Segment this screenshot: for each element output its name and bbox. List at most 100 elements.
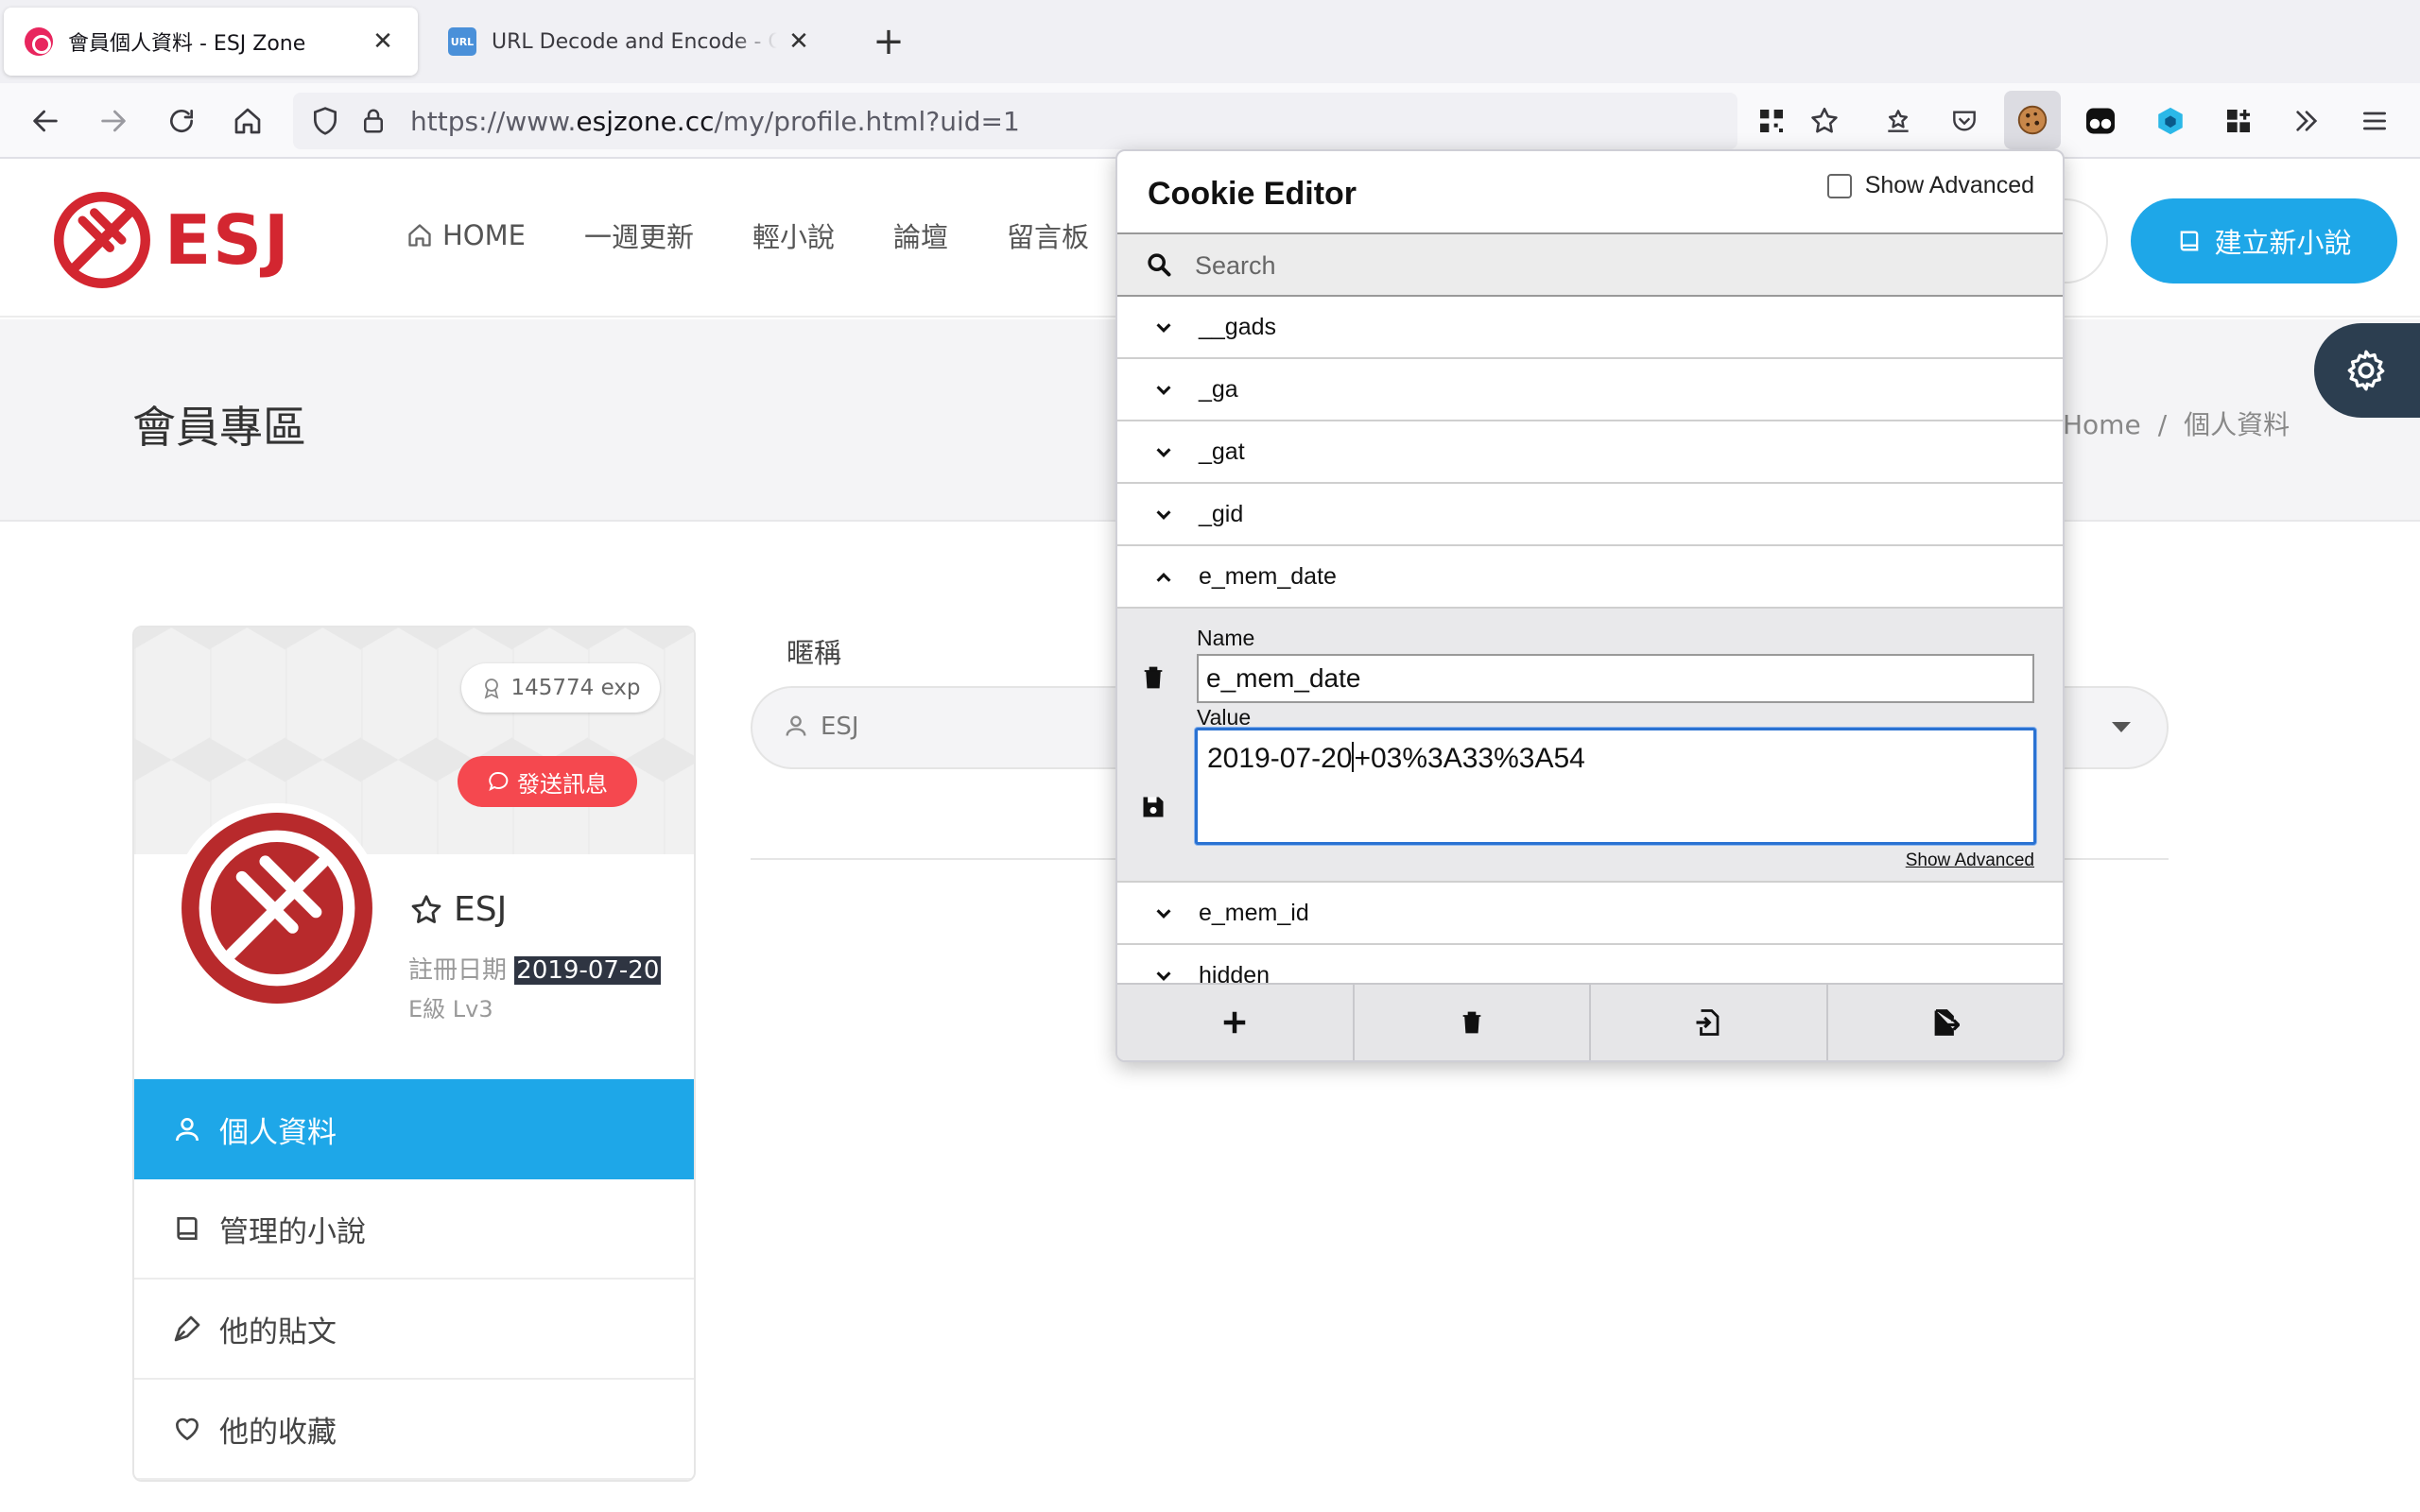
cookie-list: __gads _ga _gat _gid e_mem_date Name e_m… xyxy=(1117,297,2063,1007)
cookie-name-input[interactable]: e_mem_date xyxy=(1197,654,2034,703)
cookie-search[interactable]: Search xyxy=(1117,232,2063,297)
url-favicon-icon: URL xyxy=(448,27,476,56)
member-level: E級 Lv3 xyxy=(408,996,493,1022)
tab-url-decode[interactable]: URL URL Decode and Encode - Online ✕ xyxy=(427,8,834,76)
registration-label: 註冊日期 xyxy=(408,956,508,985)
cookie-icon xyxy=(2017,105,2048,135)
qr-code-button[interactable] xyxy=(1751,100,1792,142)
cookie-editor-header: Cookie Editor Show Advanced xyxy=(1117,151,2063,232)
cookie-row-expanded[interactable]: e_mem_date xyxy=(1117,546,2063,609)
send-message-button[interactable]: 發送訊息 xyxy=(458,756,637,807)
extensions-button[interactable] xyxy=(2218,100,2259,142)
back-button[interactable] xyxy=(21,96,70,146)
user-icon xyxy=(786,715,806,736)
profile-menu: 個人資料 管理的小說 他的貼文 他的收藏 xyxy=(134,1079,694,1480)
file-import-icon xyxy=(1696,1009,1720,1036)
search-icon xyxy=(1148,253,1171,277)
menu-guestbook[interactable]: 留言板 xyxy=(1007,215,1089,255)
close-tab-icon[interactable]: ✕ xyxy=(785,27,813,56)
show-advanced-link[interactable]: Show Advanced xyxy=(1906,850,2034,871)
url-text[interactable]: https://www.esjzone.cc/my/profile.html?u… xyxy=(410,106,1020,137)
bookmarks-button[interactable] xyxy=(1877,100,1919,142)
menu-home-label: HOME xyxy=(442,219,526,251)
tampermonkey-button[interactable] xyxy=(2080,100,2121,142)
menu-forum[interactable]: 論壇 xyxy=(893,215,948,255)
cookie-detail-panel: Name e_mem_date Value 2019-07-20+03%3A33… xyxy=(1117,609,2063,883)
add-cookie-button[interactable] xyxy=(1117,985,1355,1060)
chevron-down-icon xyxy=(1156,510,1171,520)
value-text-after-cursor: +03%3A33%3A54 xyxy=(1354,743,1585,774)
nickname-label: 暱稱 xyxy=(786,637,842,669)
profile-menu-posts[interactable]: 他的貼文 xyxy=(134,1280,694,1380)
cookie-name: __gads xyxy=(1199,314,1277,340)
cookie-editor-button[interactable] xyxy=(2004,91,2061,149)
book-icon xyxy=(177,1217,198,1240)
dropdown-caret-icon[interactable] xyxy=(2112,722,2131,732)
chevron-down-icon xyxy=(1156,448,1171,457)
cookie-row[interactable]: _gat xyxy=(1117,421,2063,484)
search-placeholder: Search xyxy=(1195,251,1276,280)
export-button[interactable] xyxy=(1828,985,2064,1060)
reload-icon xyxy=(170,110,193,132)
show-advanced-checkbox[interactable] xyxy=(1826,173,1852,198)
forward-button[interactable] xyxy=(89,96,138,146)
cookie-name: _gid xyxy=(1199,501,1244,527)
profile-menu-favorites[interactable]: 他的收藏 xyxy=(134,1380,694,1480)
nickname-value: ESJ xyxy=(821,713,859,741)
pocket-icon xyxy=(1953,111,1976,131)
extension-cube-button[interactable] xyxy=(2150,100,2191,142)
chevron-down-icon xyxy=(1156,386,1171,395)
home-icon xyxy=(408,224,431,247)
overflow-menu-button[interactable] xyxy=(2286,100,2327,142)
bookmark-star-button[interactable] xyxy=(1804,100,1845,142)
trash-icon[interactable] xyxy=(1140,663,1167,692)
new-novel-label: 建立新小說 xyxy=(2214,227,2352,259)
menu-weekly-update[interactable]: 一週更新 xyxy=(584,215,694,255)
cookie-row[interactable]: e_mem_id xyxy=(1117,883,2063,945)
cookie-row[interactable]: _ga xyxy=(1117,359,2063,421)
cookie-editor-title: Cookie Editor xyxy=(1148,176,1357,212)
menu-home[interactable]: HOME xyxy=(406,215,526,255)
home-button[interactable] xyxy=(223,96,272,146)
breadcrumb-home[interactable]: Home xyxy=(2063,409,2141,440)
cookie-editor-popup: Cookie Editor Show Advanced Search __gad… xyxy=(1115,149,2065,1062)
lock-icon[interactable] xyxy=(359,106,388,136)
import-button[interactable] xyxy=(1591,985,1828,1060)
save-icon[interactable] xyxy=(1140,794,1167,820)
close-tab-icon[interactable]: ✕ xyxy=(369,27,397,56)
avatar xyxy=(172,803,382,1013)
logo-text: ESJ xyxy=(164,200,291,280)
plus-icon xyxy=(1224,1011,1246,1034)
menu-light-novel[interactable]: 輕小說 xyxy=(752,215,835,255)
cookie-name: _ga xyxy=(1199,376,1238,403)
delete-all-button[interactable] xyxy=(1355,985,1591,1060)
tampermonkey-icon xyxy=(2086,108,2115,134)
star-outline-icon[interactable] xyxy=(408,892,444,928)
hamburger-menu-button[interactable] xyxy=(2354,100,2395,142)
shield-icon[interactable] xyxy=(310,106,340,136)
chevron-up-icon xyxy=(1156,573,1171,582)
reload-button[interactable] xyxy=(157,96,206,146)
registration-date: 註冊日期 2019-07-20 xyxy=(408,951,662,986)
site-logo[interactable]: ESJ xyxy=(53,191,291,289)
chevron-down-icon xyxy=(1156,323,1171,333)
tab-profile[interactable]: 會員個人資料 - ESJ Zone ✕ xyxy=(4,8,418,76)
pocket-button[interactable] xyxy=(1944,100,1985,142)
browser-nav-bar: https://www.esjzone.cc/my/profile.html?u… xyxy=(0,83,2420,159)
profile-menu-managed-novels[interactable]: 管理的小說 xyxy=(134,1179,694,1280)
cookie-value-textarea[interactable]: 2019-07-20+03%3A33%3A54 xyxy=(1195,728,2036,845)
cookie-row[interactable]: _gid xyxy=(1117,484,2063,546)
new-tab-button[interactable]: + xyxy=(868,19,909,64)
url-bar[interactable]: https://www.esjzone.cc/my/profile.html?u… xyxy=(293,93,1737,149)
esj-logo-icon xyxy=(54,192,150,288)
settings-button[interactable] xyxy=(2314,323,2420,418)
pen-nib-icon xyxy=(174,1315,200,1342)
chevron-double-right-icon xyxy=(2296,111,2318,131)
new-novel-button[interactable]: 建立新小說 xyxy=(2131,198,2397,284)
profile-menu-personal-info[interactable]: 個人資料 xyxy=(134,1079,694,1179)
menu-label: 管理的小說 xyxy=(219,1214,366,1249)
cookie-row[interactable]: __gads xyxy=(1117,297,2063,359)
profile-username: ESJ xyxy=(408,890,507,929)
home-icon xyxy=(234,108,261,134)
show-advanced-toggle[interactable]: Show Advanced xyxy=(1826,172,2034,199)
